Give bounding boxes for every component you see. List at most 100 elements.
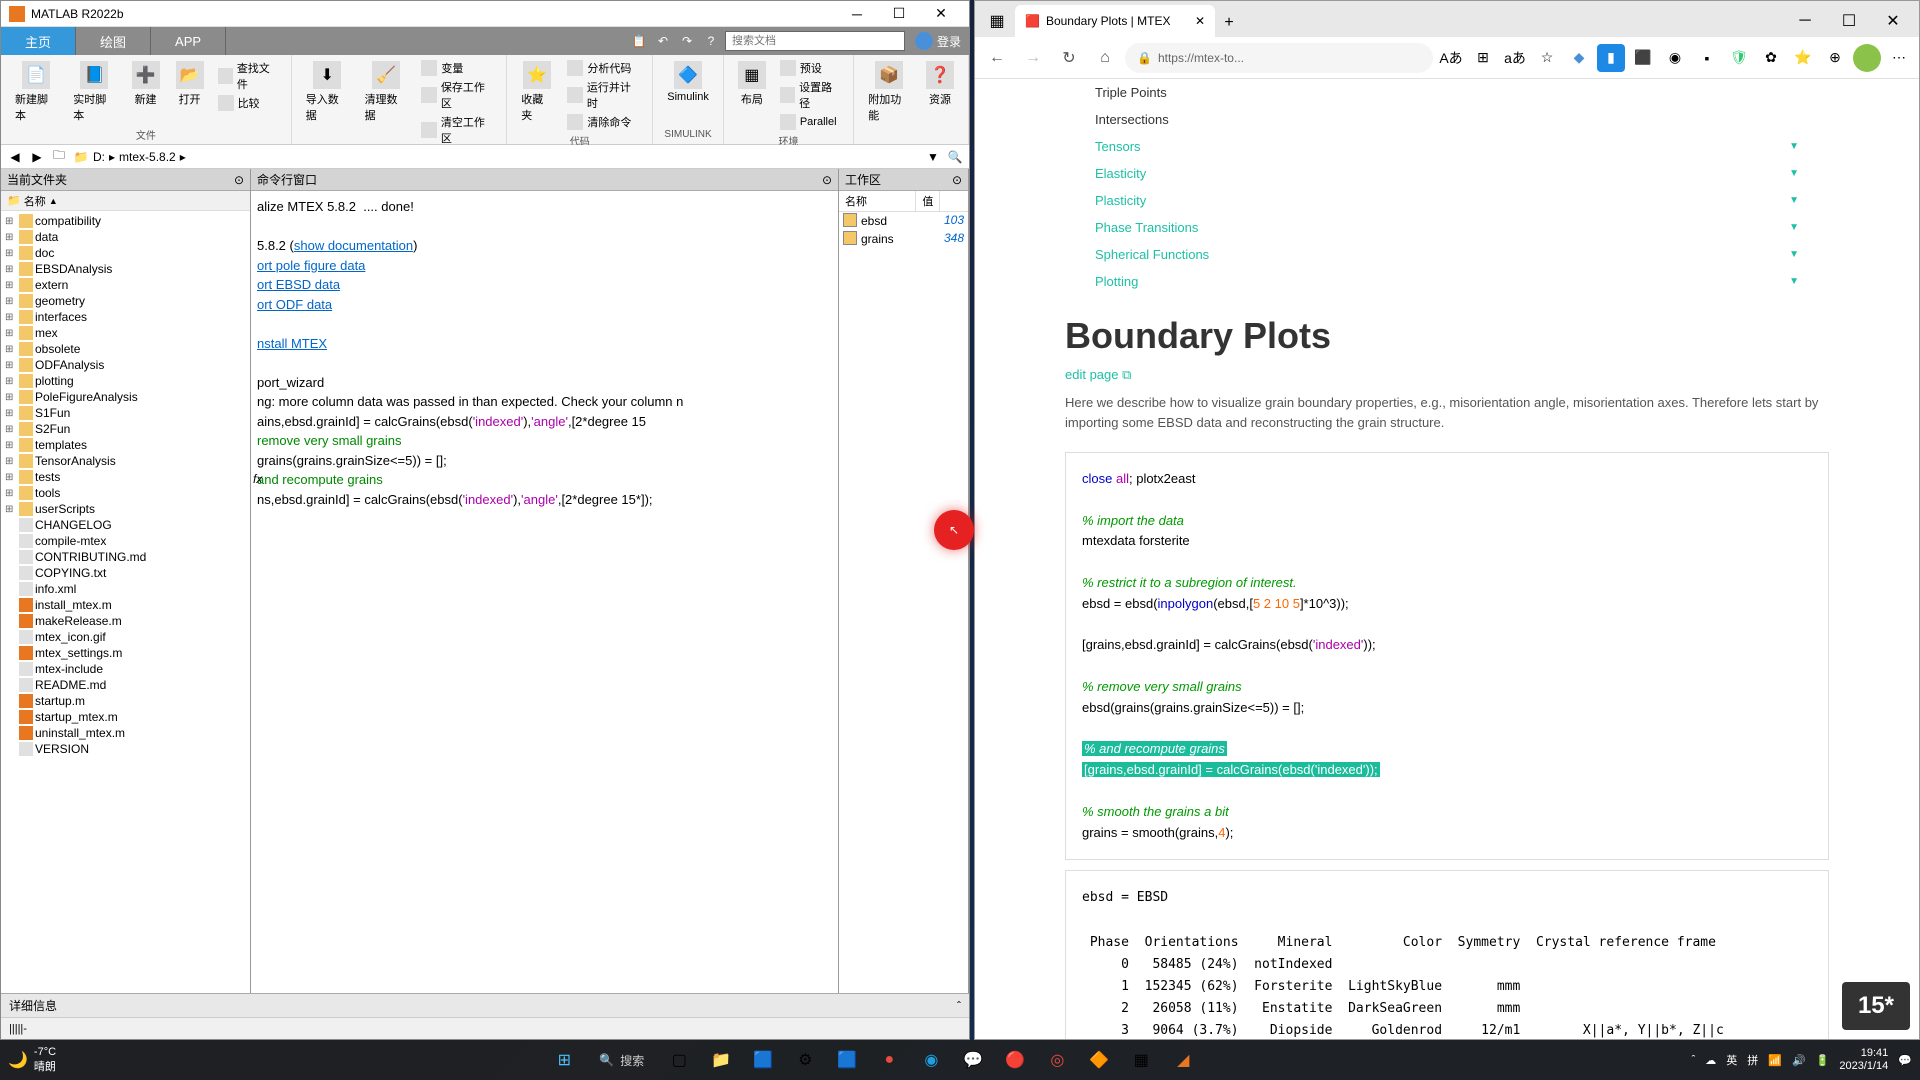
up-button[interactable]: 🗀 xyxy=(49,147,69,167)
tree-item[interactable]: ⊞tools xyxy=(3,485,248,501)
save-ws-button[interactable]: 保存工作区 xyxy=(417,78,498,112)
tree-item[interactable]: ⊞geometry xyxy=(3,293,248,309)
clock[interactable]: 19:41 2023/1/14 xyxy=(1839,1047,1888,1073)
fx-prompt-icon[interactable]: fx xyxy=(253,470,262,488)
search-button[interactable]: 🔍 xyxy=(945,147,965,167)
nav-item-plotting[interactable]: Plotting▼ xyxy=(995,268,1899,295)
setpath-button[interactable]: 设置路径 xyxy=(776,78,845,112)
tab-plot[interactable]: 绘图 xyxy=(76,27,151,55)
panel-header[interactable]: 命令行窗口 ⊙ xyxy=(251,169,838,191)
chevron-up-icon[interactable]: ˆ xyxy=(957,999,961,1013)
tree-item[interactable]: mtex_settings.m xyxy=(3,645,248,661)
workspace-variable[interactable]: grains348 xyxy=(839,230,968,248)
qat-btn[interactable]: ? xyxy=(701,31,721,51)
minimize-button[interactable]: ─ xyxy=(837,2,877,26)
tree-item[interactable]: ⊞mex xyxy=(3,325,248,341)
start-button[interactable]: ⊞ xyxy=(545,1044,583,1076)
tree-item[interactable]: ⊞ODFAnalysis xyxy=(3,357,248,373)
ime-mode[interactable]: 拼 xyxy=(1747,1052,1758,1068)
tree-item[interactable]: ⊞S1Fun xyxy=(3,405,248,421)
tree-item[interactable]: ⊞EBSDAnalysis xyxy=(3,261,248,277)
close-button[interactable]: ✕ xyxy=(921,2,961,26)
ext-icon[interactable]: ⬛ xyxy=(1629,44,1657,72)
tree-item[interactable]: uninstall_mtex.m xyxy=(3,725,248,741)
wifi-icon[interactable]: 📶 xyxy=(1768,1054,1782,1067)
app-button[interactable]: 🟦 xyxy=(744,1044,782,1076)
new-script-button[interactable]: 📄新建脚本 xyxy=(9,59,63,125)
fav-button[interactable]: ⭐收藏夹 xyxy=(515,59,559,131)
parallel-button[interactable]: Parallel xyxy=(776,113,845,131)
tab-home[interactable]: 主页 xyxy=(1,27,76,55)
tree-item[interactable]: ⊞data xyxy=(3,229,248,245)
tree-item[interactable]: README.md xyxy=(3,677,248,693)
tree-item[interactable]: ⊞userScripts xyxy=(3,501,248,517)
addons-button[interactable]: 📦附加功能 xyxy=(862,59,916,140)
tree-item[interactable]: install_mtex.m xyxy=(3,597,248,613)
tree-item[interactable]: ⊞PoleFigureAnalysis xyxy=(3,389,248,405)
page-content[interactable]: Triple Points Intersections Tensors▼ Ela… xyxy=(975,79,1919,1039)
import-button[interactable]: ⬇导入数据 xyxy=(300,59,355,147)
tray-chevron-icon[interactable]: ˆ xyxy=(1692,1054,1696,1066)
matlab-titlebar[interactable]: MATLAB R2022b ─ ☐ ✕ xyxy=(1,1,969,27)
ext-icon[interactable]: ✿ xyxy=(1757,44,1785,72)
panel-header[interactable]: 工作区 ⊙ xyxy=(839,169,968,191)
find-files-button[interactable]: 查找文件 xyxy=(214,59,283,93)
panel-header[interactable]: 当前文件夹 ⊙ xyxy=(1,169,250,191)
layout-button[interactable]: ▦布局 xyxy=(732,59,772,131)
ime-lang[interactable]: 英 xyxy=(1726,1052,1737,1068)
new-button[interactable]: ➕新建 xyxy=(126,59,166,125)
tree-item[interactable]: makeRelease.m xyxy=(3,613,248,629)
nav-item-plasticity[interactable]: Plasticity▼ xyxy=(995,187,1899,214)
ext-icon[interactable]: ▪ xyxy=(1693,44,1721,72)
favorite-icon[interactable]: ☆ xyxy=(1533,44,1561,72)
app-button[interactable]: 🔶 xyxy=(1080,1044,1118,1076)
doc-link[interactable]: show documentation xyxy=(294,238,413,253)
clean-button[interactable]: 🧹清理数据 xyxy=(359,59,414,147)
addr-segment[interactable]: mtex-5.8.2 xyxy=(119,150,176,164)
resources-button[interactable]: ❓资源 xyxy=(920,59,960,140)
minimize-button[interactable]: ─ xyxy=(1783,5,1827,37)
ext-icon[interactable]: 🛡 xyxy=(1725,44,1753,72)
battery-icon[interactable]: 🔋 xyxy=(1816,1054,1830,1067)
link[interactable]: nstall MTEX xyxy=(257,336,327,351)
clear-cmd-button[interactable]: 清除命令 xyxy=(563,113,644,131)
tree-item[interactable]: ⊞plotting xyxy=(3,373,248,389)
edge-button[interactable]: ◉ xyxy=(912,1044,950,1076)
new-live-button[interactable]: 📘实时脚本 xyxy=(67,59,121,125)
link[interactable]: ort EBSD data xyxy=(257,277,340,292)
close-tab-button[interactable]: ✕ xyxy=(1195,14,1205,28)
url-bar[interactable]: 🔒 https://mtex-to... xyxy=(1125,43,1433,73)
wechat-button[interactable]: 💬 xyxy=(954,1044,992,1076)
var-button[interactable]: 变量 xyxy=(417,59,498,77)
ext-icon[interactable]: ◆ xyxy=(1565,44,1593,72)
compare-button[interactable]: 比较 xyxy=(214,94,283,112)
tree-item[interactable]: ⊞interfaces xyxy=(3,309,248,325)
tree-item[interactable]: CHANGELOG xyxy=(3,517,248,533)
app-button[interactable]: ▦ xyxy=(1122,1044,1160,1076)
close-button[interactable]: ✕ xyxy=(1871,5,1915,37)
addr-dropdown[interactable]: ▼ xyxy=(923,147,943,167)
app-button[interactable]: 🔴 xyxy=(996,1044,1034,1076)
browse-button[interactable]: 📁 xyxy=(71,147,91,167)
reader-icon[interactable]: Aあ xyxy=(1437,44,1465,72)
tree-item[interactable]: startup.m xyxy=(3,693,248,709)
maximize-button[interactable]: ☐ xyxy=(1827,5,1871,37)
nav-item[interactable]: Intersections xyxy=(995,106,1899,133)
explorer-button[interactable]: 📁 xyxy=(702,1044,740,1076)
nav-item-tensors[interactable]: Tensors▼ xyxy=(995,133,1899,160)
simulink-button[interactable]: 🔷Simulink xyxy=(661,59,715,127)
details-panel[interactable]: 详细信息 ˆ xyxy=(1,993,969,1017)
collections-button[interactable]: ⊕ xyxy=(1821,44,1849,72)
tree-item[interactable]: mtex-include xyxy=(3,661,248,677)
tree-item[interactable]: ⊞obsolete xyxy=(3,341,248,357)
tree-item[interactable]: ⊞extern xyxy=(3,277,248,293)
tree-item[interactable]: ⊞compatibility xyxy=(3,213,248,229)
back-button[interactable]: ◀ xyxy=(5,147,25,167)
folder-tree[interactable]: ⊞compatibility⊞data⊞doc⊞EBSDAnalysis⊞ext… xyxy=(1,211,250,993)
task-view-button[interactable]: ▢ xyxy=(660,1044,698,1076)
panel-menu-icon[interactable]: ⊙ xyxy=(234,173,244,187)
favorites-button[interactable]: ⭐ xyxy=(1789,44,1817,72)
panel-menu-icon[interactable]: ⊙ xyxy=(822,173,832,187)
app-button[interactable]: ◎ xyxy=(1038,1044,1076,1076)
tree-item[interactable]: ⊞doc xyxy=(3,245,248,261)
